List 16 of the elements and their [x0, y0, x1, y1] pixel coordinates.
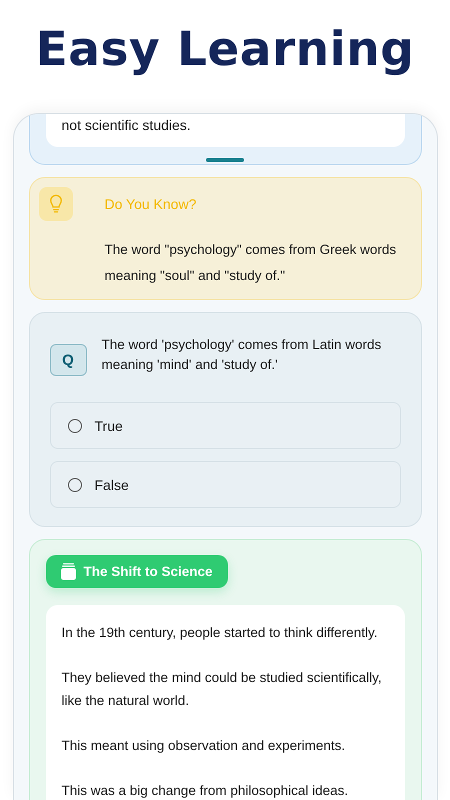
fact-title: Do You Know? [104, 196, 198, 212]
stack-icon [60, 563, 76, 580]
lightbulb-icon [38, 187, 72, 221]
headline: Easy Learning [36, 22, 414, 79]
question-text: The word 'psychology' comes from Latin words meaning 'mind' and 'study of.' [102, 336, 382, 374]
answer-option[interactable]: True [50, 402, 400, 449]
paragraph: This meant using observation and experiments. [62, 737, 346, 755]
paragraph: In the 19th century, people started to think differently. [62, 624, 378, 642]
fact-text: The word "psychology" comes from Greek words meaning "soul" and "study of." [104, 241, 398, 285]
lesson-text: not scientific studies. [46, 114, 404, 147]
question-badge: Q [50, 344, 86, 376]
section-title-text: The Shift to Science [84, 564, 213, 579]
answer-option[interactable]: False [50, 461, 400, 508]
drag-handle[interactable] [206, 158, 244, 162]
paragraph: This was a big change from philosophical ideas. [62, 782, 350, 800]
paragraph: They believed the mind could be studied scientifically, like the natural world. [62, 669, 383, 710]
